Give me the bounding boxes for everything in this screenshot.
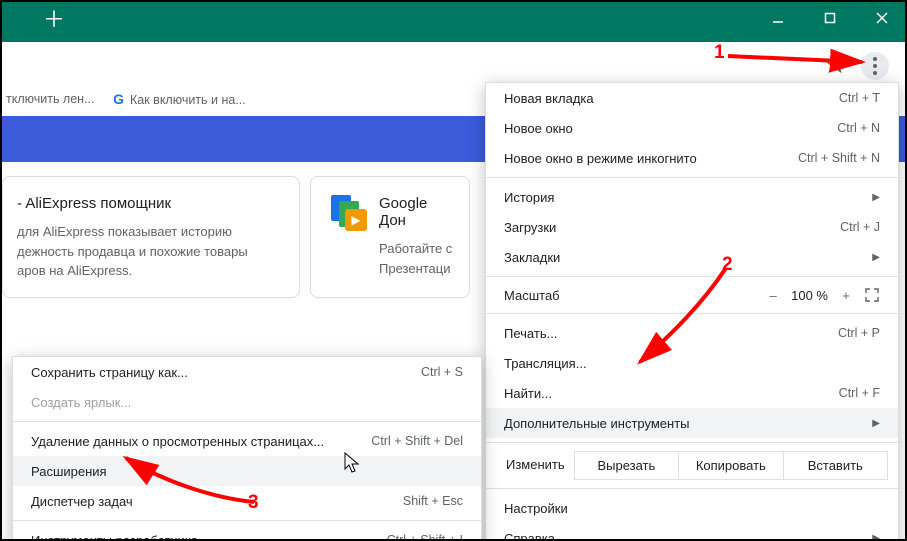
submenu-create-shortcut: Создать ярлык... <box>13 387 481 417</box>
submenu-task-manager[interactable]: Диспетчер задачShift + Esc <box>13 486 481 516</box>
edit-label: Изменить <box>496 451 575 480</box>
menu-item-downloads[interactable]: ЗагрузкиCtrl + J <box>486 212 898 242</box>
google-docs-icon: ▶ <box>325 195 369 239</box>
fullscreen-icon[interactable] <box>864 287 880 303</box>
bookmark-item[interactable]: тключить лен... <box>6 92 95 106</box>
menu-item-find[interactable]: Найти...Ctrl + F <box>486 378 898 408</box>
menu-button[interactable] <box>861 52 889 80</box>
chevron-right-icon: ▶ <box>872 533 880 541</box>
main-menu: Новая вкладкаCtrl + T Новое окноCtrl + N… <box>485 82 899 541</box>
card-title: - AliExpress помощник <box>17 195 285 212</box>
menu-item-incognito[interactable]: Новое окно в режиме инкогнитоCtrl + Shif… <box>486 143 898 173</box>
submenu-extensions[interactable]: Расширения <box>13 456 481 486</box>
maximize-button[interactable] <box>807 2 853 34</box>
menu-item-history[interactable]: История▶ <box>486 182 898 212</box>
submenu-clear-browsing-data[interactable]: Удаление данных о просмотренных страница… <box>13 426 481 456</box>
separator <box>486 442 898 443</box>
close-button[interactable] <box>859 2 905 34</box>
bookmark-item[interactable]: G Как включить и на... <box>111 91 246 107</box>
separator <box>486 488 898 489</box>
new-tab-button[interactable]: ＋ <box>40 8 68 36</box>
card-desc: Работайте сПрезентаци <box>379 239 455 278</box>
minimize-button[interactable] <box>755 2 801 34</box>
paste-button[interactable]: Вставить <box>783 451 888 480</box>
chevron-right-icon: ▶ <box>872 418 880 429</box>
separator <box>486 177 898 178</box>
menu-item-bookmarks[interactable]: Закладки▶ <box>486 242 898 272</box>
cut-button[interactable]: Вырезать <box>574 451 679 480</box>
zoom-in-button[interactable]: + <box>838 288 854 303</box>
chevron-right-icon: ▶ <box>872 252 880 263</box>
menu-edit-row: Изменить Вырезать Копировать Вставить <box>486 447 898 484</box>
extension-card[interactable]: ▶ Google Дон Работайте сПрезентаци <box>310 176 470 298</box>
separator <box>13 421 481 422</box>
browser-window: ＋ тключить лен... G Как включить и на...… <box>0 0 907 541</box>
menu-item-new-tab[interactable]: Новая вкладкаCtrl + T <box>486 83 898 113</box>
zoom-level: 100 % <box>791 288 828 303</box>
chevron-right-icon: ▶ <box>872 192 880 203</box>
copy-button[interactable]: Копировать <box>678 451 783 480</box>
menu-item-zoom: Масштаб – 100 % + <box>486 281 898 309</box>
more-tools-submenu: Сохранить страницу как...Ctrl + S Создат… <box>12 356 482 541</box>
menu-item-settings[interactable]: Настройки <box>486 493 898 523</box>
card-title: Google Дон <box>379 195 455 229</box>
extension-card[interactable]: - AliExpress помощник для AliExpress пок… <box>2 176 300 298</box>
window-controls <box>755 2 905 34</box>
title-bar: ＋ <box>2 2 905 42</box>
card-desc: для AliExpress показывает историю дежнос… <box>17 222 285 281</box>
separator <box>486 276 898 277</box>
submenu-save-page[interactable]: Сохранить страницу как...Ctrl + S <box>13 357 481 387</box>
toolbar <box>2 42 905 86</box>
menu-item-new-window[interactable]: Новое окноCtrl + N <box>486 113 898 143</box>
menu-item-cast[interactable]: Трансляция... <box>486 348 898 378</box>
menu-item-more-tools[interactable]: Дополнительные инструменты▶ <box>486 408 898 438</box>
menu-item-help[interactable]: Справка▶ <box>486 523 898 541</box>
separator <box>486 313 898 314</box>
separator <box>13 520 481 521</box>
zoom-label: Масштаб <box>504 288 560 303</box>
google-icon: G <box>111 91 127 107</box>
menu-item-print[interactable]: Печать...Ctrl + P <box>486 318 898 348</box>
bookmark-star-icon[interactable] <box>825 54 845 77</box>
zoom-out-button[interactable]: – <box>765 288 781 303</box>
submenu-dev-tools[interactable]: Инструменты разработчикаCtrl + Shift + I <box>13 525 481 541</box>
